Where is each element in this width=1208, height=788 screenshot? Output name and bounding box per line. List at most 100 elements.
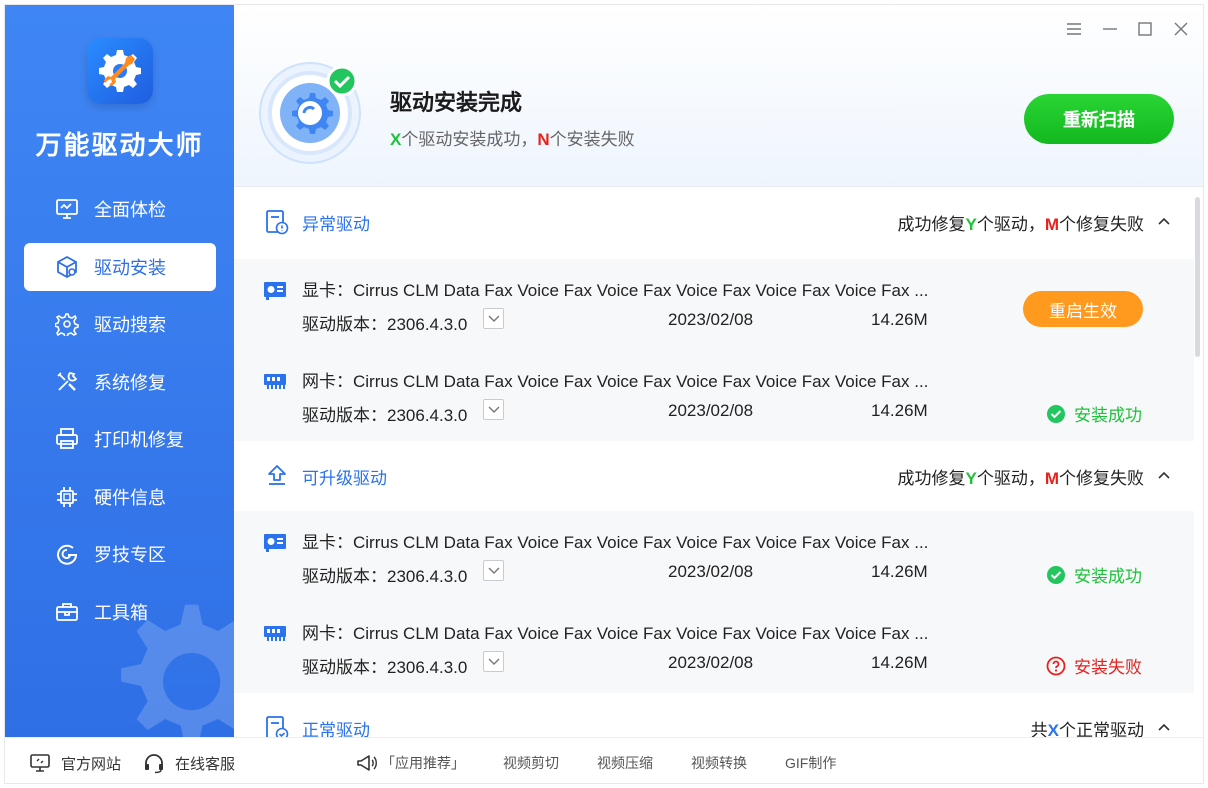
official-site-link[interactable]: 官方网站 — [29, 752, 121, 774]
sidebar-item-label: 驱动安装 — [94, 257, 166, 278]
driver-name: 显卡：Cirrus CLM Data Fax Voice Fax Voice F… — [302, 533, 929, 552]
network-card-icon — [264, 374, 286, 389]
stats-text: 成功修复 — [897, 214, 966, 234]
status-text: 安装成功 — [1074, 567, 1142, 586]
status-text: 安装失败 — [1074, 658, 1142, 677]
sidebar-item-label: 硬件信息 — [94, 487, 166, 508]
rescan-button[interactable]: 重新扫描 — [1024, 94, 1174, 144]
maximize-icon[interactable] — [1135, 19, 1155, 39]
tool-video-cut[interactable]: 视频剪切 — [503, 753, 559, 773]
sidebar-item-hardware-info[interactable]: 硬件信息 — [24, 473, 216, 521]
stats-text: 个驱动， — [976, 214, 1045, 234]
sidebar-item-full-check[interactable]: 全面体检 — [24, 185, 216, 233]
fail-count: N — [537, 130, 550, 149]
driver-date: 2023/02/08 — [668, 310, 754, 329]
app-logo — [87, 38, 153, 104]
package-gear-icon — [54, 254, 80, 280]
chevron-down-icon — [488, 658, 499, 665]
gear-search-icon — [54, 311, 80, 337]
install-status: 安装失败 — [1046, 653, 1142, 678]
summary-text: 个驱动安装成功， — [401, 130, 538, 149]
driver-version: 驱动版本：2306.4.3.0 — [302, 406, 468, 425]
sidebar-item-label: 全面体检 — [94, 200, 166, 220]
menu-icon[interactable] — [1064, 19, 1084, 39]
document-warning-icon — [266, 210, 289, 235]
upgrade-arrow-icon — [268, 465, 286, 485]
sidebar-nav: 全面体检 驱动安装 驱动搜索 系统修复 打印机修复 硬件信息 罗技专区 工具箱 — [24, 185, 216, 645]
sidebar-item-logitech[interactable]: 罗技专区 — [24, 530, 216, 578]
headset-icon — [145, 754, 163, 774]
sidebar-item-toolbox[interactable]: 工具箱 — [24, 588, 216, 636]
stats-normal-count: X — [1047, 720, 1059, 738]
tool-gif-maker[interactable]: GIF制作 — [785, 753, 836, 773]
app-recommend-link[interactable]: 「应用推荐」 — [355, 752, 465, 774]
monitor-check-icon — [54, 196, 80, 222]
stats-fail-count: M — [1044, 468, 1059, 488]
online-support-label: 在线客服 — [175, 755, 236, 773]
close-icon[interactable] — [1171, 19, 1191, 39]
list-scrollbar[interactable] — [1195, 197, 1200, 357]
driver-row: 网卡：Cirrus CLM Data Fax Voice Fax Voice F… — [234, 350, 1194, 441]
document-check-icon — [266, 716, 289, 737]
stats-text: 个正常驱动 — [1059, 720, 1144, 738]
success-count: X — [390, 130, 402, 149]
sidebar-item-driver-search[interactable]: 驱动搜索 — [24, 300, 216, 348]
driver-name: 显卡：Cirrus CLM Data Fax Voice Fax Voice F… — [302, 281, 929, 300]
section-title: 异常驱动 — [302, 214, 370, 234]
version-dropdown[interactable] — [483, 308, 504, 329]
driver-size: 14.26M — [871, 653, 928, 672]
section-title: 可升级驱动 — [302, 468, 387, 488]
chevron-down-icon — [488, 406, 499, 413]
chevron-up-icon[interactable] — [1156, 467, 1172, 483]
sidebar-item-driver-install[interactable]: 驱动安装 — [24, 242, 216, 291]
install-status: 安装成功 — [1046, 562, 1142, 587]
result-header: 驱动安装完成 X个驱动安装成功，N个安装失败 重新扫描 — [234, 5, 1203, 187]
driver-date: 2023/02/08 — [668, 653, 754, 672]
driver-version: 驱动版本：2306.4.3.0 — [302, 658, 468, 677]
status-text: 安装成功 — [1074, 406, 1142, 425]
sidebar-item-label: 系统修复 — [94, 372, 166, 393]
page-title: 驱动安装完成 — [390, 90, 523, 115]
version-dropdown[interactable] — [483, 651, 504, 672]
online-support-link[interactable]: 在线客服 — [143, 752, 235, 774]
chevron-down-icon — [488, 567, 499, 574]
sidebar-item-label: 罗技专区 — [94, 545, 166, 565]
stats-text: 个修复失败 — [1059, 468, 1144, 488]
gear-wrench-icon — [99, 50, 141, 92]
install-status: 安装成功 — [1046, 401, 1142, 426]
graphics-card-icon — [264, 534, 286, 552]
driver-row: 显卡：Cirrus CLM Data Fax Voice Fax Voice F… — [234, 511, 1194, 602]
minimize-icon[interactable] — [1100, 19, 1120, 39]
restart-to-apply-button[interactable]: 重启生效 — [1023, 291, 1143, 327]
chevron-up-icon[interactable] — [1156, 213, 1172, 229]
version-dropdown[interactable] — [483, 560, 504, 581]
section-upgradable-drivers[interactable]: 可升级驱动 成功修复Y个驱动，M个修复失败 — [234, 441, 1194, 511]
stats-text: 共 — [1030, 720, 1048, 738]
stats-text: 成功修复 — [897, 468, 966, 488]
section-abnormal-drivers[interactable]: 异常驱动 成功修复Y个驱动，M个修复失败 — [234, 187, 1194, 257]
footer-bar: 官方网站 在线客服 「应用推荐」 视频剪切 视频压缩 视频转换 GIF制作 — [5, 737, 1203, 783]
graphics-card-icon — [264, 282, 286, 300]
logitech-logo-icon — [54, 541, 80, 567]
official-site-label: 官方网站 — [61, 755, 122, 773]
sidebar-item-printer-repair[interactable]: 打印机修复 — [24, 415, 216, 463]
sidebar-item-label: 打印机修复 — [94, 430, 184, 450]
toolbox-icon — [54, 599, 80, 625]
sidebar-item-system-repair[interactable]: 系统修复 — [24, 358, 216, 406]
section-stats: 共X个正常驱动 — [1031, 716, 1144, 738]
app-title: 万能驱动大师 — [35, 130, 204, 160]
driver-row: 显卡：Cirrus CLM Data Fax Voice Fax Voice F… — [234, 259, 1194, 350]
chip-icon — [54, 484, 80, 510]
tool-video-convert[interactable]: 视频转换 — [691, 753, 747, 773]
tool-video-compress[interactable]: 视频压缩 — [597, 753, 653, 773]
version-dropdown[interactable] — [483, 399, 504, 420]
stats-fail-count: M — [1044, 214, 1059, 234]
app-window: 万能驱动大师 全面体检 驱动安装 驱动搜索 系统修复 打印机修复 硬件信息 罗技… — [4, 4, 1204, 784]
driver-name: 网卡：Cirrus CLM Data Fax Voice Fax Voice F… — [302, 624, 929, 643]
chevron-up-icon[interactable] — [1156, 719, 1172, 735]
stats-success-count: Y — [965, 214, 977, 234]
check-circle-icon — [1047, 404, 1065, 423]
stats-text: 个驱动， — [976, 468, 1045, 488]
section-normal-drivers[interactable]: 正常驱动 共X个正常驱动 — [234, 693, 1194, 737]
app-recommend-label: 「应用推荐」 — [381, 755, 465, 771]
